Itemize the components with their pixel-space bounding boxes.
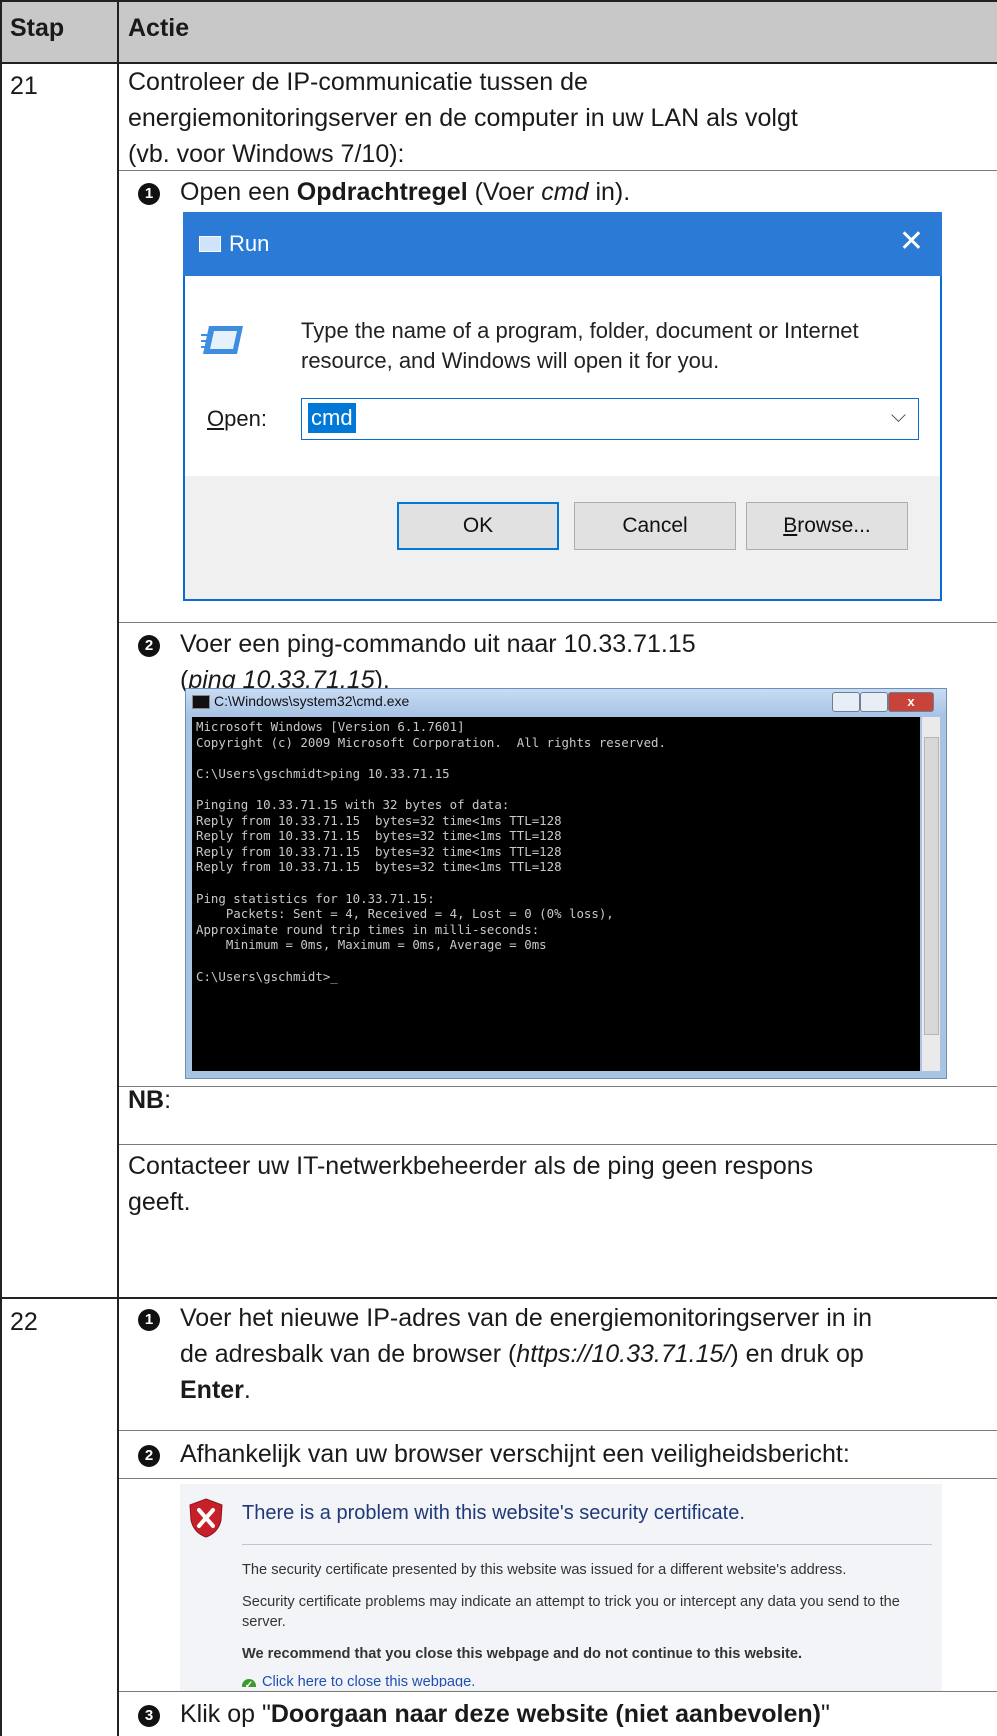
step22-sub1: 1 Voer het nieuwe IP-adres van de energie… [138, 1300, 872, 1408]
table-border-top [0, 0, 997, 2]
cmd-title: C:\Windows\system32\cmd.exe [214, 693, 410, 709]
table-border-left [0, 0, 2, 1736]
note-text: Contacteer uw IT-netwerkbeheerder als de… [128, 1148, 813, 1220]
check-shield-icon: ✓ [242, 1679, 256, 1687]
run-icon [199, 236, 221, 252]
separator [119, 1478, 997, 1479]
command-line-term: Opdrachtregel [296, 178, 468, 206]
bullet-1: 1 [138, 1309, 160, 1331]
close-icon[interactable]: x [888, 692, 934, 712]
text: in). [588, 178, 631, 206]
intro-line: (vb. voor Windows 7/10): [128, 140, 405, 168]
cert-paragraph: The security certificate presented by th… [242, 1562, 847, 1578]
divider [242, 1544, 932, 1545]
open-input-value: cmd [308, 403, 356, 433]
bullet-1: 1 [138, 183, 160, 205]
cert-continuation [180, 1687, 942, 1691]
text: de adresbalk van de browser ( [180, 1340, 517, 1368]
chevron-down-icon[interactable]: ⌵ [891, 405, 906, 428]
open-label: Open: [207, 406, 267, 431]
run-title: Run [229, 231, 270, 256]
step22-sub3: 3 Klik op "Doorgaan naar deze website (ni… [138, 1696, 830, 1732]
separator [119, 1430, 997, 1431]
cert-recommendation: We recommend that you close this webpage… [242, 1646, 803, 1662]
text: . [243, 1376, 251, 1404]
maximize-icon[interactable] [860, 692, 888, 712]
separator [119, 622, 997, 623]
run-program-icon [201, 326, 243, 354]
step-number: 21 [10, 72, 38, 100]
cmd-output: Microsoft Windows [Version 6.1.7601] Cop… [196, 719, 666, 984]
cancel-button[interactable]: Cancel [574, 502, 736, 550]
text: Voer het nieuwe IP-adres van de energiem… [180, 1304, 873, 1332]
message-line: resource, and Windows will open it for y… [301, 348, 720, 373]
link-label: Click here to close this webpage. [262, 1674, 476, 1687]
url-text: https://10.33.71.15/ [516, 1340, 731, 1368]
cmd-term: cmd [541, 178, 589, 206]
close-icon[interactable]: ✕ [899, 224, 924, 259]
intro-line: Controleer de IP-communicatie tussen de [128, 68, 588, 96]
run-message: Type the name of a program, folder, docu… [301, 316, 859, 376]
cmd-screen[interactable]: Microsoft Windows [Version 6.1.7601] Cop… [192, 717, 920, 1071]
step-number: 22 [10, 1308, 38, 1336]
cmd-title-bar: C:\Windows\system32\cmd.exe x [186, 689, 946, 716]
step21-intro: Controleer de IP-communicatie tussen de … [128, 64, 798, 172]
enter-key: Enter [180, 1376, 244, 1404]
cmd-window: C:\Windows\system32\cmd.exe x Microsoft … [185, 688, 947, 1079]
cmd-icon [192, 695, 210, 709]
close-webpage-link[interactable]: ✓ Click here to close this webpage. [242, 1674, 475, 1687]
open-input[interactable]: cmd ⌵ [301, 398, 919, 440]
header-action: Actie [128, 14, 190, 42]
shield-error-icon [189, 1498, 223, 1538]
intro-line: energiemonitoringserver en de computer i… [128, 104, 798, 132]
scrollbar-thumb[interactable] [924, 737, 939, 1035]
text: : [164, 1086, 172, 1114]
continue-instruction: Doorgaan naar deze website (niet aanbevo… [270, 1700, 821, 1728]
separator [119, 1086, 997, 1087]
text: Klik op " [180, 1700, 271, 1728]
note-line: geeft. [128, 1188, 191, 1216]
note-label-text: NB [128, 1086, 165, 1114]
text: ) en druk op [730, 1340, 864, 1368]
text: Afhankelijk van uw browser verschijnt ee… [180, 1440, 850, 1468]
browse-button[interactable]: Browse... [746, 502, 908, 550]
minimize-icon[interactable] [832, 692, 860, 712]
row-divider [0, 1297, 997, 1299]
bullet-2: 2 [138, 635, 160, 657]
run-dialog: Run ✕ Type the name of a program, folder… [183, 212, 942, 601]
run-title-bar: Run ✕ [183, 212, 942, 276]
step22-sub2: 2 Afhankelijk van uw browser verschijnt e… [138, 1436, 850, 1472]
text: Voer een ping-commando uit naar 10.33.71… [180, 630, 696, 658]
note-label: NB: [128, 1082, 171, 1118]
text: (Voer [467, 178, 542, 206]
text: " [821, 1700, 830, 1728]
ok-button[interactable]: OK [397, 502, 559, 550]
separator [119, 1144, 997, 1145]
cert-title: There is a problem with this website's s… [242, 1502, 745, 1524]
bullet-2: 2 [138, 1445, 160, 1467]
step21-sub1: 1 Open een Opdrachtregel (Voer cmd in). [138, 174, 630, 210]
bullet-3: 3 [138, 1705, 160, 1727]
security-certificate-page: There is a problem with this website's s… [180, 1484, 942, 1687]
separator [119, 1691, 997, 1692]
header-step: Stap [10, 14, 65, 42]
note-line: Contacteer uw IT-netwerkbeheerder als de… [128, 1152, 814, 1180]
scrollbar[interactable] [922, 717, 940, 1071]
text: Open een [180, 178, 297, 206]
column-divider [117, 0, 119, 1736]
message-line: Type the name of a program, folder, docu… [301, 318, 859, 343]
cert-paragraph: Security certificate problems may indica… [242, 1594, 900, 1630]
